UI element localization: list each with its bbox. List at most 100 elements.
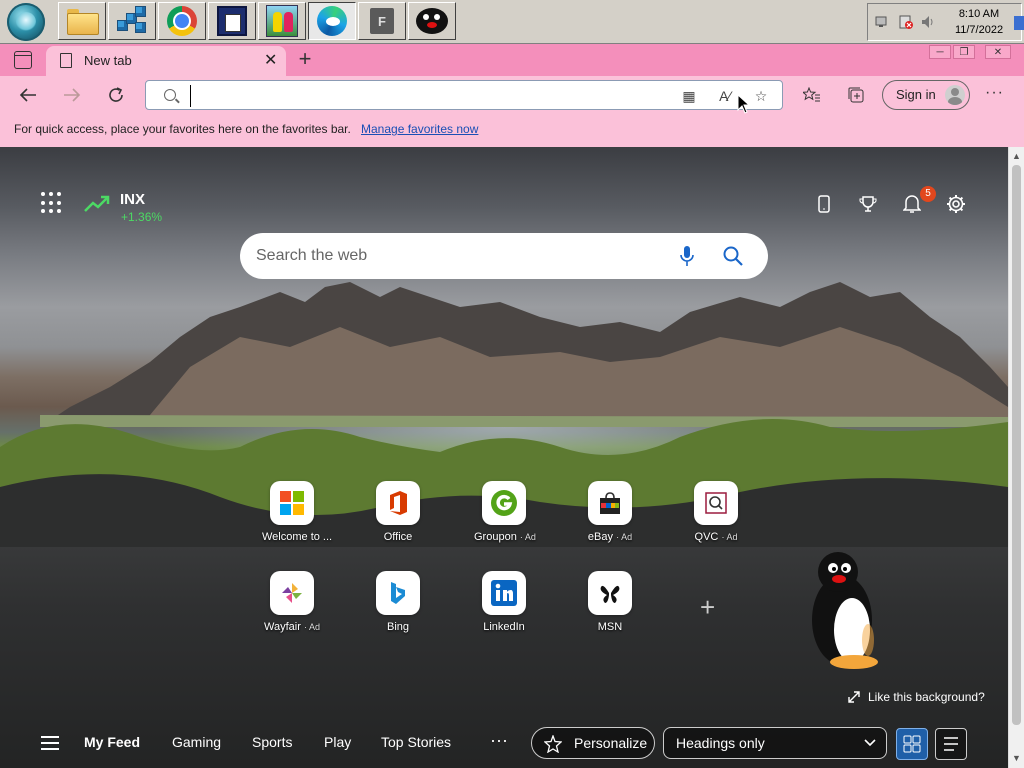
web-search-box[interactable] xyxy=(240,233,768,279)
show-desktop-icon[interactable] xyxy=(1014,16,1024,30)
start-orb-button[interactable] xyxy=(7,3,45,41)
tile-label: eBay xyxy=(587,531,613,543)
ad-badge: · Ad xyxy=(616,532,633,542)
feed-link-gaming[interactable]: Gaming xyxy=(172,734,221,750)
list-view-icon xyxy=(944,737,958,751)
feed-menu-icon[interactable] xyxy=(41,736,59,750)
restore-button[interactable]: ❐ xyxy=(953,45,975,59)
ebay-bag-icon xyxy=(600,492,620,514)
network-tray-icon[interactable] xyxy=(874,14,890,30)
manage-favorites-link[interactable]: Manage favorites now xyxy=(361,122,478,136)
f-app-button[interactable]: F xyxy=(358,2,406,40)
office-icon xyxy=(390,491,407,515)
feed-more-button[interactable]: ··· xyxy=(490,730,508,751)
microsoft-icon xyxy=(280,491,304,515)
feed-link-sports[interactable]: Sports xyxy=(252,734,292,750)
feed-link-top-stories[interactable]: Top Stories xyxy=(381,734,451,750)
clock-time: 8:10 AM xyxy=(958,8,1000,20)
tab-new-tab[interactable]: New tab ✕ xyxy=(46,46,286,76)
minimize-button[interactable]: ─ xyxy=(929,45,951,59)
stock-symbol[interactable]: INX xyxy=(120,191,145,208)
phone-icon xyxy=(818,195,830,213)
tile-msn[interactable]: MSN xyxy=(580,571,640,633)
refresh-button[interactable] xyxy=(102,82,130,108)
qvc-icon xyxy=(705,492,727,514)
tile-wayfair[interactable]: Wayfair · Ad xyxy=(262,571,322,633)
mobile-button[interactable] xyxy=(812,192,836,216)
tab-actions-icon[interactable] xyxy=(14,51,32,69)
forward-arrow-icon xyxy=(64,88,81,102)
feed-link-my-feed[interactable]: My Feed xyxy=(84,734,140,750)
volume-tray-icon[interactable] xyxy=(920,14,936,30)
tile-label: LinkedIn xyxy=(483,621,525,633)
tile-label: Bing xyxy=(386,621,410,633)
address-input[interactable] xyxy=(190,85,670,107)
groupon-icon xyxy=(491,490,517,516)
web-search-input[interactable] xyxy=(256,245,656,267)
feed-bar: My Feed Gaming Sports Play Top Stories ·… xyxy=(0,722,1008,768)
refresh-icon xyxy=(109,87,123,102)
tile-bing[interactable]: Bing xyxy=(368,571,428,633)
document-app-button[interactable] xyxy=(208,2,256,40)
list-view-button[interactable] xyxy=(935,728,967,760)
expand-icon xyxy=(848,691,860,703)
clock[interactable]: 8:10 AM 11/7/2022 xyxy=(946,6,1012,38)
apps-icon[interactable]: ▦ xyxy=(680,87,698,105)
tab-close-icon[interactable]: ✕ xyxy=(264,50,277,70)
document-icon xyxy=(217,6,247,36)
chrome-icon xyxy=(167,6,197,36)
chrome-button[interactable] xyxy=(158,2,206,40)
tile-label: Groupon xyxy=(474,531,517,543)
layout-dropdown[interactable]: Headings only xyxy=(663,727,887,759)
tile-label: QVC xyxy=(694,531,719,543)
scroll-up-icon[interactable]: ▲ xyxy=(1012,151,1021,161)
scroll-down-icon[interactable]: ▼ xyxy=(1012,753,1021,763)
like-background-button[interactable]: Like this background? xyxy=(848,690,985,704)
tile-ebay[interactable]: eBay · Ad xyxy=(580,481,640,543)
rewards-button[interactable] xyxy=(856,192,880,216)
sign-in-label: Sign in xyxy=(896,87,936,102)
edge-button[interactable] xyxy=(308,2,356,40)
read-aloud-icon[interactable]: A⁄ xyxy=(716,87,734,105)
grid-view-button[interactable] xyxy=(896,728,928,760)
kids-app-button[interactable] xyxy=(258,2,306,40)
tile-office[interactable]: Office xyxy=(368,481,428,543)
f-app-icon: F xyxy=(370,8,394,34)
microphone-icon[interactable] xyxy=(680,245,694,267)
like-background-label: Like this background? xyxy=(868,690,985,704)
feed-link-play[interactable]: Play xyxy=(324,734,351,750)
mouse-cursor-icon xyxy=(737,94,749,114)
favorites-button[interactable] xyxy=(800,84,824,106)
address-bar[interactable]: ▦ A⁄ ☆ xyxy=(145,80,783,110)
security-tray-icon[interactable] xyxy=(898,14,914,30)
file-explorer-button[interactable] xyxy=(58,2,106,40)
add-shortcut-button[interactable]: + xyxy=(700,592,715,623)
pingu-app-button[interactable] xyxy=(408,2,456,40)
close-window-button[interactable]: ✕ xyxy=(985,45,1011,59)
tile-welcome[interactable]: Welcome to ... xyxy=(262,481,332,543)
system-tray: 8:10 AM 11/7/2022 xyxy=(867,3,1024,41)
grid-view-icon xyxy=(903,735,921,753)
stock-trend-icon xyxy=(84,195,110,212)
favorites-bar: For quick access, place your favorites h… xyxy=(0,114,1024,147)
add-favorite-icon[interactable]: ☆ xyxy=(752,87,770,105)
tile-qvc[interactable]: QVC · Ad xyxy=(686,481,746,543)
scroll-thumb[interactable] xyxy=(1012,165,1021,725)
bing-icon xyxy=(391,582,405,604)
page-settings-button[interactable] xyxy=(944,192,968,216)
forward-button[interactable] xyxy=(58,82,86,108)
msn-butterfly-icon xyxy=(600,585,620,603)
sign-in-button[interactable]: Sign in xyxy=(882,80,970,110)
tile-groupon[interactable]: Groupon · Ad xyxy=(474,481,536,543)
apps-launcher-button[interactable] xyxy=(41,192,63,214)
network-app-button[interactable] xyxy=(108,2,156,40)
page-scrollbar[interactable]: ▲ ▼ xyxy=(1008,147,1024,768)
settings-more-button[interactable]: ··· xyxy=(985,84,1004,102)
new-tab-button[interactable]: + xyxy=(294,46,316,72)
collections-button[interactable] xyxy=(844,84,868,106)
tile-linkedin[interactable]: LinkedIn xyxy=(474,571,534,633)
personalize-button[interactable]: Personalize xyxy=(531,727,655,759)
back-button[interactable] xyxy=(14,82,42,108)
wayfair-icon xyxy=(282,583,302,603)
search-submit-icon[interactable] xyxy=(723,246,743,266)
